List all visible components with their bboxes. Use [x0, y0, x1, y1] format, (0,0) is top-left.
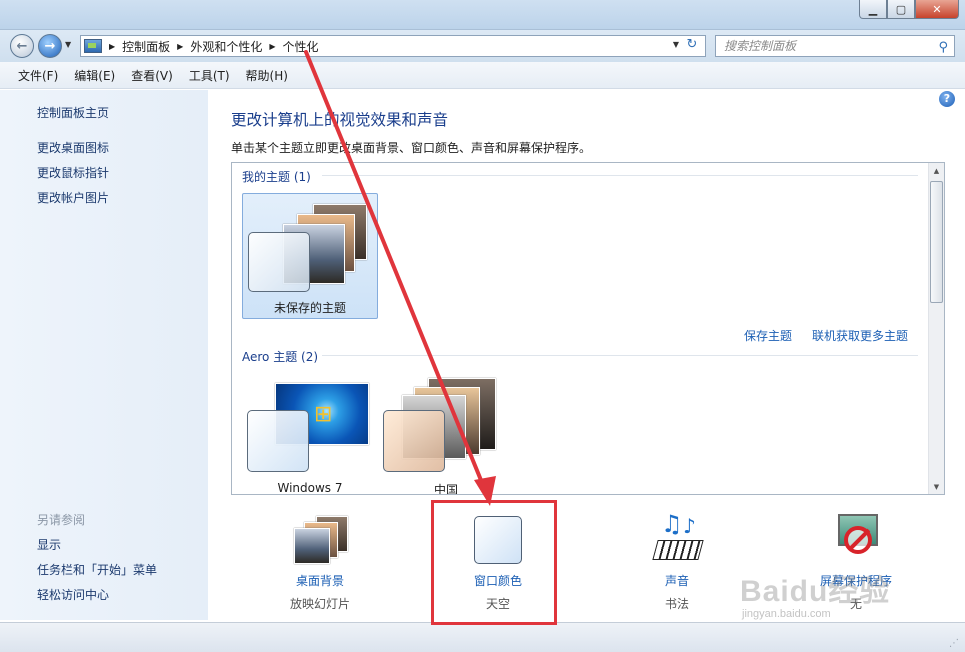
sidebar-link-taskbar[interactable]: 任务栏和「开始」菜单 [37, 561, 157, 578]
sound-link[interactable]: 声音 [617, 572, 737, 589]
chevron-right-icon[interactable]: ▶ [109, 42, 115, 51]
theme-tile-china[interactable]: 中国 [378, 373, 514, 495]
breadcrumb-control-panel[interactable]: 控制面板 [122, 38, 170, 55]
search-placeholder: 搜索控制面板 [724, 39, 797, 53]
menu-help[interactable]: 帮助(H) [238, 67, 296, 84]
theme-tile-unsaved[interactable]: 未保存的主题 [242, 193, 378, 319]
forward-button[interactable]: → [38, 34, 62, 58]
status-bar: ⋰ [0, 622, 965, 652]
sound-icon: ♫ ♪ [647, 510, 707, 566]
theme-tile-windows7[interactable]: ⊞ Windows 7 [242, 373, 378, 495]
watermark-url: jingyan.baidu.com [742, 608, 831, 620]
sidebar-link-desktop-icons[interactable]: 更改桌面图标 [37, 139, 109, 156]
window-glass-preview [383, 410, 445, 472]
theme-list-scrollbar[interactable]: ▲ ▼ [928, 163, 944, 494]
chevron-right-icon[interactable]: ▶ [177, 42, 183, 51]
sidebar-link-account-picture[interactable]: 更改帐户图片 [37, 189, 109, 206]
resize-grip-icon[interactable]: ⋰ [949, 638, 959, 649]
theme-list: 我的主题 (1) 未保存的主题 保存主题 联机获取更多主题 Aero 主题 (2… [231, 162, 945, 495]
window-glass-preview [247, 410, 309, 472]
close-button[interactable]: ✕ [915, 0, 959, 19]
theme-label: 未保存的主题 [273, 301, 346, 315]
group-divider [322, 355, 918, 356]
sound-item[interactable]: ♫ ♪ 声音 书法 [617, 510, 737, 612]
screensaver-icon [826, 514, 886, 566]
desktop-background-item[interactable]: 桌面背景 放映幻灯片 [260, 514, 380, 612]
scroll-down-icon[interactable]: ▼ [929, 483, 944, 491]
menu-view[interactable]: 查看(V) [123, 67, 181, 84]
highlight-box [431, 500, 557, 625]
chevron-right-icon[interactable]: ▶ [269, 42, 275, 51]
watermark-logo: Baidu经验 [740, 575, 891, 608]
save-theme-link[interactable]: 保存主题 [744, 327, 792, 344]
navigation-bar: ← → ▼ ▶ 控制面板 ▶ 外观和个性化 ▶ 个性化 ▼ ↻ 搜索控制面板 ⚲ [0, 30, 965, 62]
sidebar-link-display[interactable]: 显示 [37, 536, 61, 553]
desktop-background-icon [290, 514, 350, 566]
arrow-left-icon: ← [16, 38, 28, 54]
aero-themes-header: Aero 主题 (2) [242, 350, 319, 364]
page-description: 单击某个主题立即更改桌面背景、窗口颜色、声音和屏幕保护程序。 [231, 141, 592, 155]
menu-bar: 文件(F) 编辑(E) 查看(V) 工具(T) 帮助(H) [0, 62, 965, 89]
menu-edit[interactable]: 编辑(E) [66, 67, 123, 84]
page-title: 更改计算机上的视觉效果和声音 [231, 111, 449, 129]
sound-value: 书法 [664, 597, 689, 611]
get-more-themes-link[interactable]: 联机获取更多主题 [812, 327, 908, 344]
my-themes-header: 我的主题 (1) [242, 170, 311, 184]
scroll-up-icon[interactable]: ▲ [929, 167, 944, 175]
back-button[interactable]: ← [10, 34, 34, 58]
menu-file[interactable]: 文件(F) [10, 67, 66, 84]
address-bar[interactable]: ▶ 控制面板 ▶ 外观和个性化 ▶ 个性化 ▼ ↻ [80, 35, 706, 57]
group-divider [322, 175, 918, 176]
menu-tools[interactable]: 工具(T) [181, 67, 238, 84]
help-icon[interactable]: ? [939, 91, 955, 107]
theme-label: 中国 [433, 483, 458, 495]
search-icon[interactable]: ⚲ [938, 38, 948, 58]
address-dropdown-icon[interactable]: ▼ [673, 40, 679, 49]
windows-logo-icon: ⊞ [314, 402, 333, 427]
refresh-icon[interactable]: ↻ [683, 37, 701, 55]
sidebar-link-mouse-pointers[interactable]: 更改鼠标指针 [37, 164, 109, 181]
search-input[interactable]: 搜索控制面板 ⚲ [715, 35, 955, 57]
title-bar: ▁ ▢ ✕ [0, 0, 965, 30]
see-also-heading: 另请参阅 [37, 513, 86, 527]
window-glass-preview [248, 232, 310, 292]
breadcrumb-appearance[interactable]: 外观和个性化 [190, 38, 262, 55]
desktop-background-value: 放映幻灯片 [289, 597, 350, 611]
desktop-background-link[interactable]: 桌面背景 [260, 572, 380, 589]
arrow-right-icon: → [44, 38, 56, 54]
breadcrumb-personalization[interactable]: 个性化 [283, 38, 319, 55]
control-panel-icon [84, 39, 102, 53]
sidebar-link-ease-of-access[interactable]: 轻松访问中心 [37, 586, 109, 603]
theme-label: Windows 7 [277, 481, 343, 495]
scrollbar-thumb[interactable] [930, 181, 943, 303]
maximize-button[interactable]: ▢ [887, 0, 915, 19]
window-controls: ▁ ▢ ✕ [859, 0, 959, 19]
minimize-button[interactable]: ▁ [859, 0, 887, 19]
sidebar-home-link[interactable]: 控制面板主页 [37, 104, 109, 121]
sidebar: 控制面板主页 更改桌面图标 更改鼠标指针 更改帐户图片 另请参阅 显示 任务栏和… [0, 90, 208, 620]
recent-pages-dropdown[interactable]: ▼ [65, 40, 71, 49]
